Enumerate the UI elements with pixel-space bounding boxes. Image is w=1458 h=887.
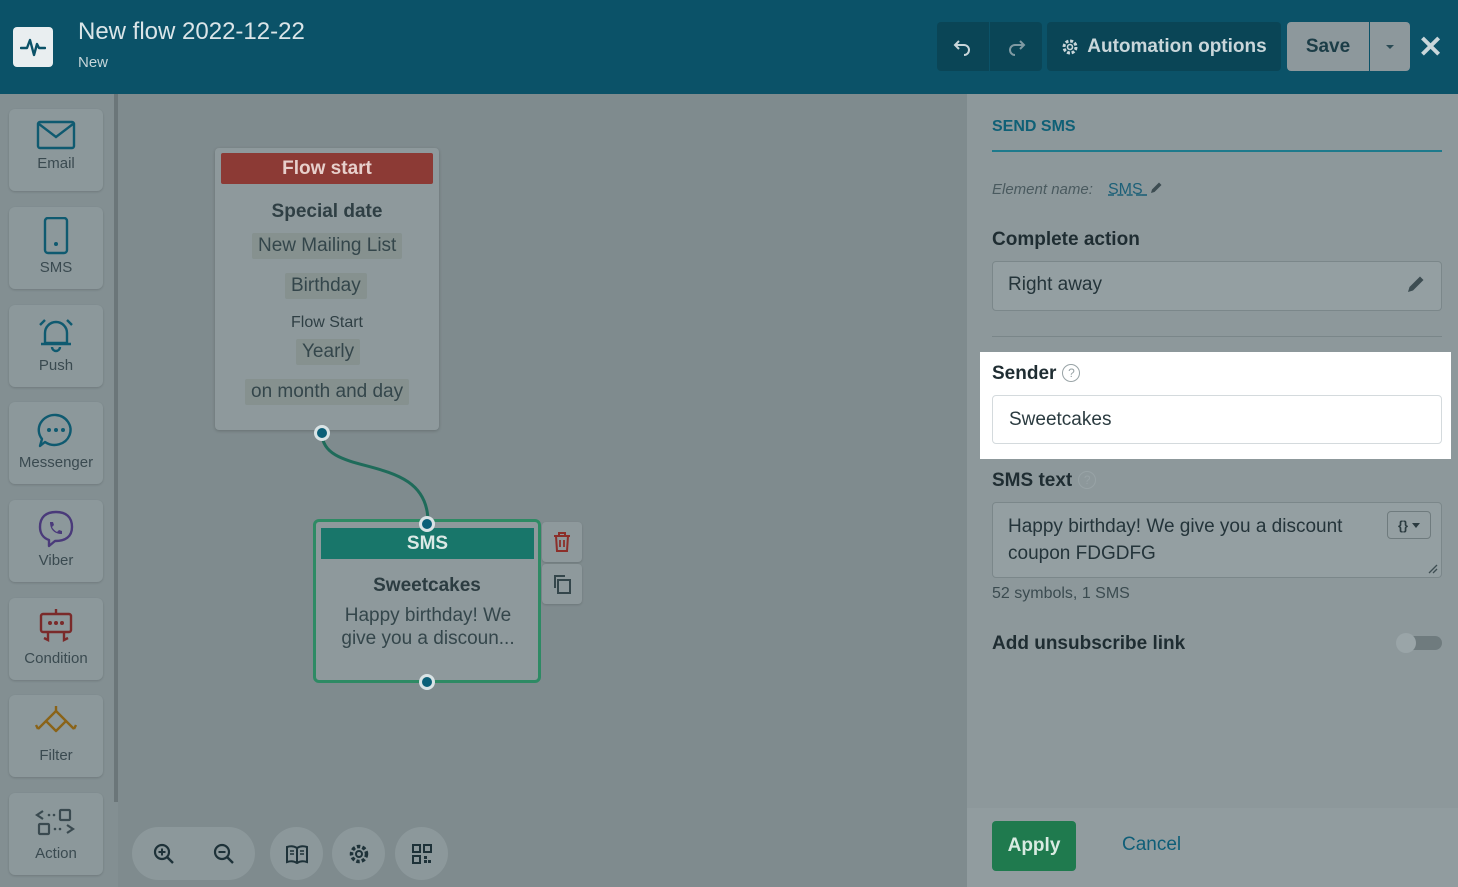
canvas-settings-button[interactable] bbox=[332, 827, 385, 880]
zoom-out-button[interactable] bbox=[202, 833, 246, 875]
cancel-link[interactable]: Cancel bbox=[1122, 834, 1181, 856]
caret-down-icon bbox=[1412, 522, 1421, 528]
unsubscribe-label: Add unsubscribe link bbox=[992, 633, 1186, 654]
resize-handle-icon[interactable] bbox=[1428, 564, 1438, 574]
zoom-in-button[interactable] bbox=[142, 833, 186, 875]
element-name-text: SMS bbox=[1108, 181, 1143, 198]
sms-input-port[interactable] bbox=[419, 516, 435, 532]
help-icon[interactable]: ? bbox=[1062, 364, 1081, 382]
panel-title-underline bbox=[992, 150, 1442, 152]
grid-icon bbox=[411, 843, 432, 864]
sms-counter: 52 symbols, 1 SMS bbox=[992, 585, 1130, 602]
sms-node-header: SMS bbox=[321, 528, 534, 559]
variables-icon: {} bbox=[1397, 517, 1409, 533]
sms-text-value: Happy birthday! We give you a discount c… bbox=[1008, 516, 1343, 564]
flow-start-header: Flow start bbox=[221, 153, 433, 184]
complete-action-value: Right away bbox=[1008, 274, 1102, 295]
start-match-chip: on month and day bbox=[245, 379, 410, 405]
start-field-chip: Birthday bbox=[285, 273, 367, 299]
layout-grid-button[interactable] bbox=[395, 827, 448, 880]
unsubscribe-toggle[interactable] bbox=[1394, 633, 1442, 653]
help-icon[interactable]: ? bbox=[1078, 471, 1097, 489]
zoom-out-icon bbox=[213, 843, 234, 864]
start-trigger: Special date bbox=[271, 201, 383, 222]
start-subheading: Flow Start bbox=[290, 314, 363, 331]
panel-divider bbox=[992, 336, 1442, 337]
book-icon bbox=[285, 844, 308, 864]
sms-text-label-text: SMS text bbox=[992, 470, 1073, 491]
element-name-label: Element name: bbox=[992, 181, 1093, 198]
sms-text-label: SMS text? bbox=[992, 470, 1097, 492]
sms-node-preview: Happy birthday! We give you a discoun... bbox=[341, 605, 515, 649]
insert-variable-button[interactable]: {} bbox=[1387, 511, 1431, 539]
sms-node-sender: Sweetcakes bbox=[373, 575, 481, 596]
delete-node-button[interactable] bbox=[542, 522, 582, 562]
panel-title: SEND SMS bbox=[992, 118, 1076, 135]
copy-icon bbox=[554, 575, 571, 594]
sender-label-text: Sender bbox=[992, 363, 1057, 384]
gear-icon bbox=[349, 844, 368, 863]
sender-label: Sender? bbox=[992, 363, 1081, 385]
pencil-icon[interactable] bbox=[1406, 274, 1426, 294]
zoom-in-icon bbox=[153, 843, 174, 864]
help-book-button[interactable] bbox=[270, 827, 323, 880]
trash-icon bbox=[554, 532, 570, 552]
duplicate-node-button[interactable] bbox=[542, 564, 582, 604]
apply-button[interactable]: Apply bbox=[992, 821, 1076, 871]
start-output-port[interactable] bbox=[314, 425, 330, 441]
complete-action-label: Complete action bbox=[992, 229, 1140, 250]
pencil-icon[interactable] bbox=[1149, 181, 1163, 195]
sender-input[interactable] bbox=[992, 395, 1442, 444]
start-list-chip: New Mailing List bbox=[252, 233, 403, 259]
start-frequency-chip: Yearly bbox=[296, 339, 361, 365]
sms-output-port[interactable] bbox=[419, 674, 435, 690]
element-name-value[interactable]: SMS bbox=[1108, 181, 1163, 199]
